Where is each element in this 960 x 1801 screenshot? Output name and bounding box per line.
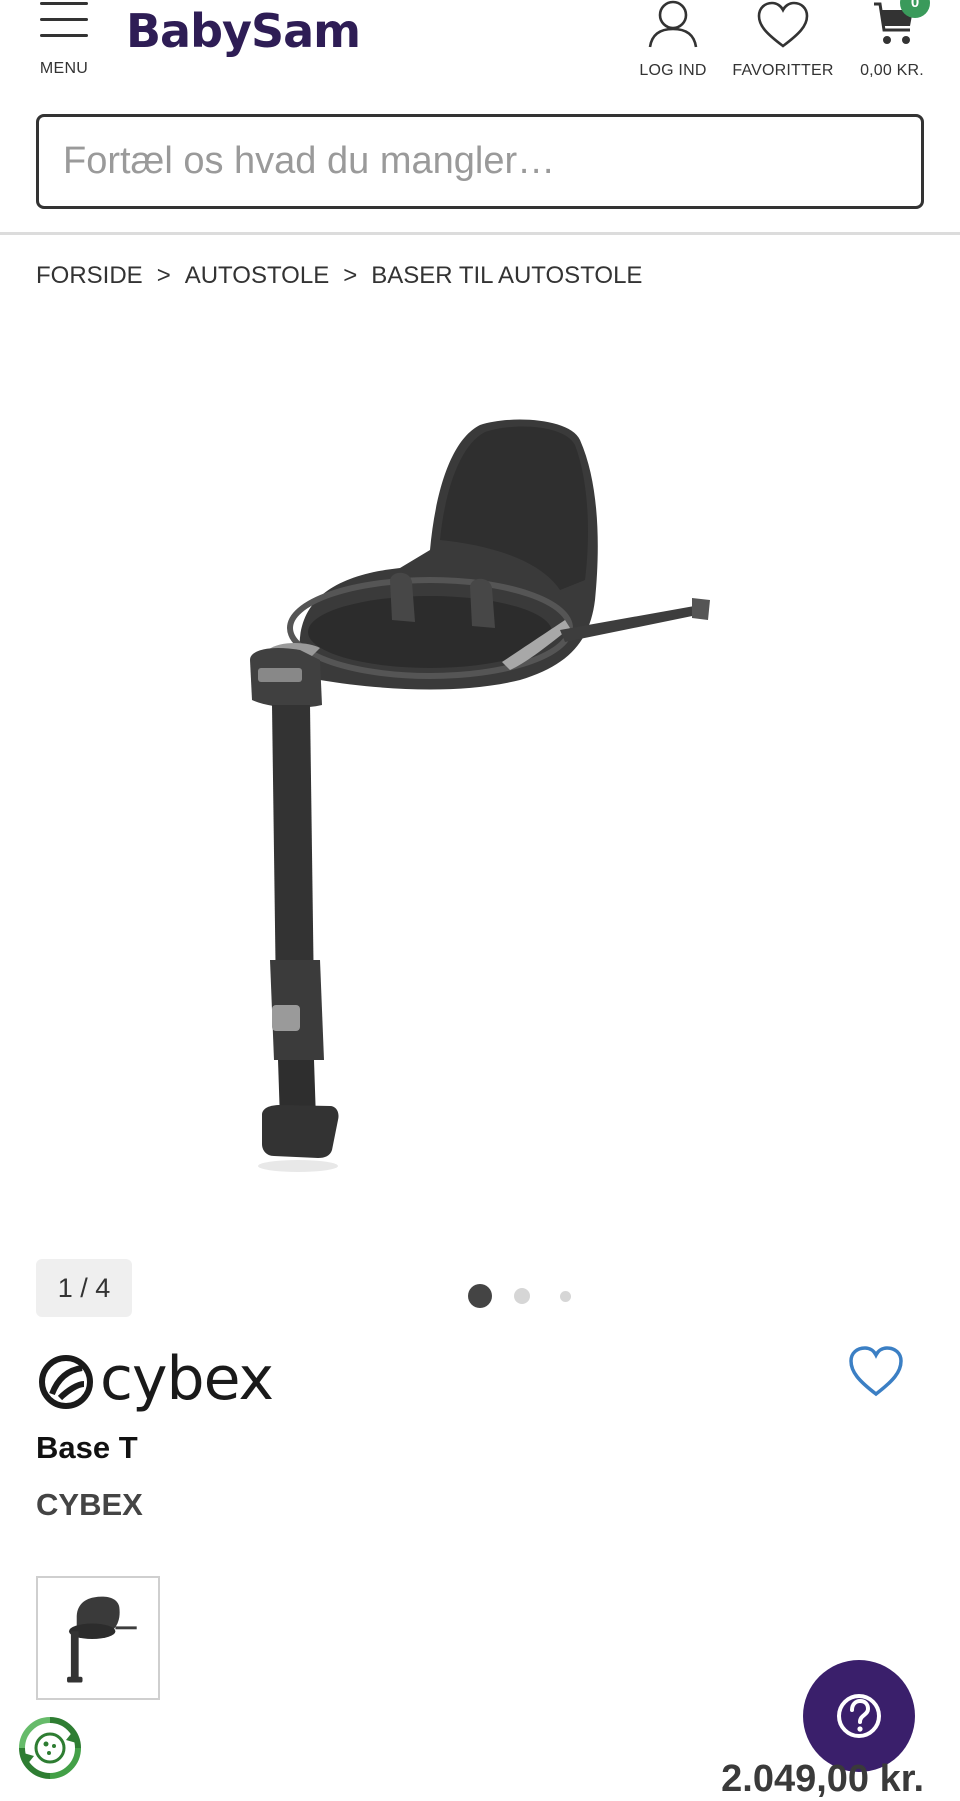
product-brand[interactable]: CYBEX: [36, 1487, 143, 1523]
heart-outline-icon[interactable]: [846, 1344, 906, 1400]
breadcrumb-item-baser-til-autostole[interactable]: BASER TIL AUTOSTOLE: [371, 262, 642, 289]
site-header: MENU BabySam LOG IND FAVORITTER 0 0,00 K…: [0, 0, 960, 100]
product-thumbnail[interactable]: [36, 1576, 160, 1700]
search-box: [36, 114, 924, 209]
gallery-pagination: [468, 1284, 578, 1308]
user-icon: [648, 0, 698, 48]
brand-logo[interactable]: cybex: [36, 1344, 276, 1418]
product-price: 2.049,00 kr.: [721, 1758, 924, 1800]
favorites-label: FAVORITTER: [732, 62, 834, 79]
heart-icon: [757, 1, 809, 48]
product-image[interactable]: [240, 400, 720, 1200]
breadcrumb-item-forside[interactable]: FORSIDE: [36, 262, 143, 289]
header-divider: [0, 232, 960, 235]
cybex-logo-icon: [39, 1355, 93, 1409]
menu-button[interactable]: MENU: [30, 0, 100, 84]
login-label: LOG IND: [639, 62, 707, 79]
brand-logo-text: cybex: [100, 1344, 274, 1414]
gallery-dot-2[interactable]: [514, 1288, 530, 1304]
favorites-button[interactable]: FAVORITTER: [728, 0, 838, 80]
breadcrumb-item-autostole[interactable]: AUTOSTOLE: [185, 262, 330, 289]
site-logo[interactable]: BabySam: [126, 4, 361, 58]
search-input[interactable]: [39, 117, 921, 206]
gallery-dot-3[interactable]: [560, 1291, 571, 1302]
breadcrumb-separator: >: [343, 262, 358, 289]
help-button[interactable]: [803, 1660, 915, 1772]
cart-total-label: 0,00 KR.: [860, 62, 924, 79]
question-icon: [837, 1694, 881, 1738]
menu-label: MENU: [39, 60, 89, 77]
gallery-dot-1[interactable]: [468, 1284, 492, 1308]
product-name: Base T: [36, 1430, 138, 1465]
recycle-icon[interactable]: [16, 1714, 84, 1782]
cart-button[interactable]: 0 0,00 KR.: [852, 0, 932, 80]
image-counter: 1 / 4: [36, 1259, 132, 1317]
hamburger-icon: [40, 0, 88, 40]
breadcrumb: FORSIDE > AUTOSTOLE > BASER TIL AUTOSTOLE: [36, 262, 642, 290]
breadcrumb-separator: >: [156, 262, 171, 289]
login-button[interactable]: LOG IND: [630, 0, 716, 80]
